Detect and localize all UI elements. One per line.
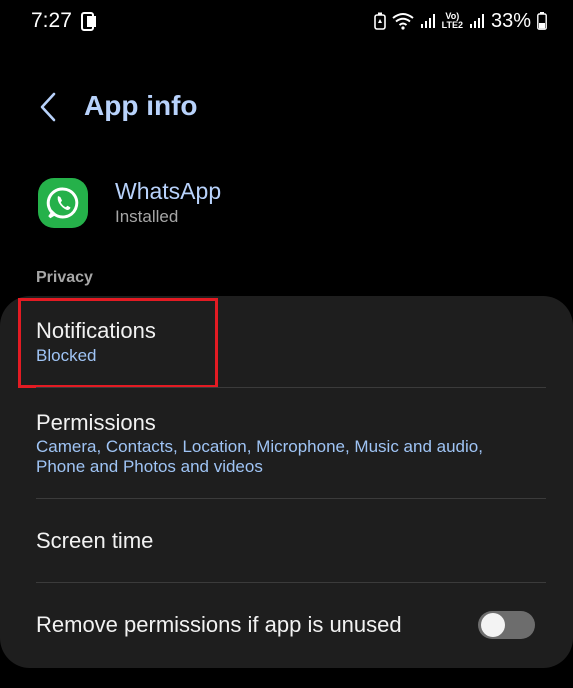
volte-icon: Vo) LTE2 — [442, 12, 463, 30]
battery-icon — [537, 12, 547, 30]
permissions-row[interactable]: Permissions Camera, Contacts, Location, … — [0, 388, 573, 499]
app-install-status: Installed — [115, 207, 179, 226]
row-subtitle-line1: Camera, Contacts, Location, Microphone, … — [36, 437, 483, 456]
chevron-left-icon — [39, 92, 57, 127]
section-label-privacy: Privacy — [36, 269, 93, 286]
row-subtitle-line2: Phone and Photos and videos — [36, 457, 263, 476]
row-title: Remove permissions if app is unused — [36, 612, 402, 637]
battery-saver-icon — [373, 12, 386, 30]
signal-icon-2 — [469, 13, 485, 29]
whatsapp-logo-icon — [38, 178, 88, 228]
lte-label: LTE2 — [441, 20, 463, 30]
status-icons: Vo) LTE2 33% — [373, 9, 547, 33]
app-bar: App info — [0, 86, 573, 132]
toggle-knob — [481, 613, 505, 637]
status-bar: 7:27 Vo) LTE2 33% — [0, 0, 573, 44]
signal-icon — [420, 13, 436, 29]
app-name: WhatsApp — [115, 178, 222, 204]
highlight-annotation — [18, 298, 218, 388]
page-title: App info — [84, 90, 198, 121]
back-button[interactable] — [32, 91, 64, 127]
battery-percent: 33% — [490, 9, 531, 32]
screen-time-row[interactable]: Screen time — [0, 499, 573, 582]
device-notification-icon — [81, 12, 97, 31]
row-title: Permissions — [36, 410, 156, 435]
app-summary: WhatsApp Installed — [38, 176, 538, 232]
wifi-icon — [392, 12, 414, 30]
remove-permissions-toggle[interactable] — [478, 611, 535, 639]
row-title: Screen time — [36, 528, 154, 553]
status-time: 7:27 — [31, 9, 72, 32]
